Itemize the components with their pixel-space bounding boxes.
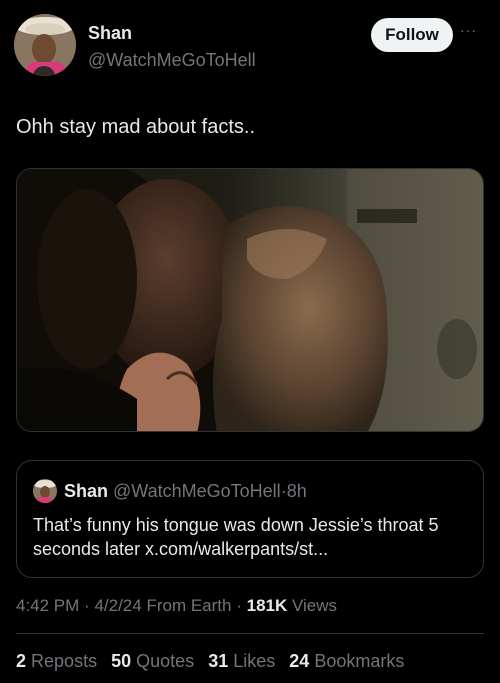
quotes-label: Quotes xyxy=(136,651,195,671)
quoted-header: Shan @WatchMeGoToHell·8h xyxy=(64,481,307,502)
likes-count: 31 xyxy=(208,651,229,671)
tweet-date[interactable]: 4/2/24 xyxy=(94,596,141,615)
meta-separator: · xyxy=(84,596,90,615)
author-name[interactable]: Shan xyxy=(88,23,132,44)
quotes-count: 50 xyxy=(111,651,132,671)
engagement-stats: 2 Reposts 50 Quotes 31 Likes 24 Bookmark… xyxy=(16,651,413,672)
tweet-text: Ohh stay mad about facts.. xyxy=(16,116,256,138)
quoted-author-handle: @WatchMeGoToHell xyxy=(113,481,281,501)
bookmarks-stat[interactable]: 24 Bookmarks xyxy=(289,651,404,671)
quoted-tweet[interactable]: Shan @WatchMeGoToHell·8h That’s funny hi… xyxy=(16,460,484,578)
tweet-time[interactable]: 4:42 PM xyxy=(16,596,79,615)
author-avatar[interactable] xyxy=(14,14,76,76)
more-options-icon[interactable]: ··· xyxy=(460,22,486,42)
quotes-stat[interactable]: 50 Quotes xyxy=(111,651,194,671)
reposts-stat[interactable]: 2 Reposts xyxy=(16,651,97,671)
author-handle[interactable]: @WatchMeGoToHell xyxy=(88,50,256,71)
bookmarks-label: Bookmarks xyxy=(314,651,405,671)
views-label: Views xyxy=(292,596,338,615)
quoted-timestamp: 8h xyxy=(286,481,307,501)
likes-stat[interactable]: 31 Likes xyxy=(208,651,275,671)
reposts-count: 2 xyxy=(16,651,27,671)
quoted-text: That’s funny his tongue was down Jessie’… xyxy=(33,515,439,559)
quoted-author-name: Shan xyxy=(64,481,109,501)
tweet-source: From Earth xyxy=(146,596,232,615)
bookmarks-count: 24 xyxy=(289,651,310,671)
views-count: 181K xyxy=(246,596,288,615)
tweet-header: Shan @WatchMeGoToHell Follow ··· xyxy=(14,14,486,78)
quoted-author-avatar xyxy=(33,479,57,503)
follow-button[interactable]: Follow xyxy=(371,18,453,52)
reposts-label: Reposts xyxy=(31,651,98,671)
meta-separator: · xyxy=(236,596,242,615)
divider xyxy=(16,633,484,634)
tweet-meta: 4:42 PM · 4/2/24 From Earth · 181K Views xyxy=(16,596,337,616)
likes-label: Likes xyxy=(233,651,276,671)
tweet-image[interactable] xyxy=(16,168,484,432)
